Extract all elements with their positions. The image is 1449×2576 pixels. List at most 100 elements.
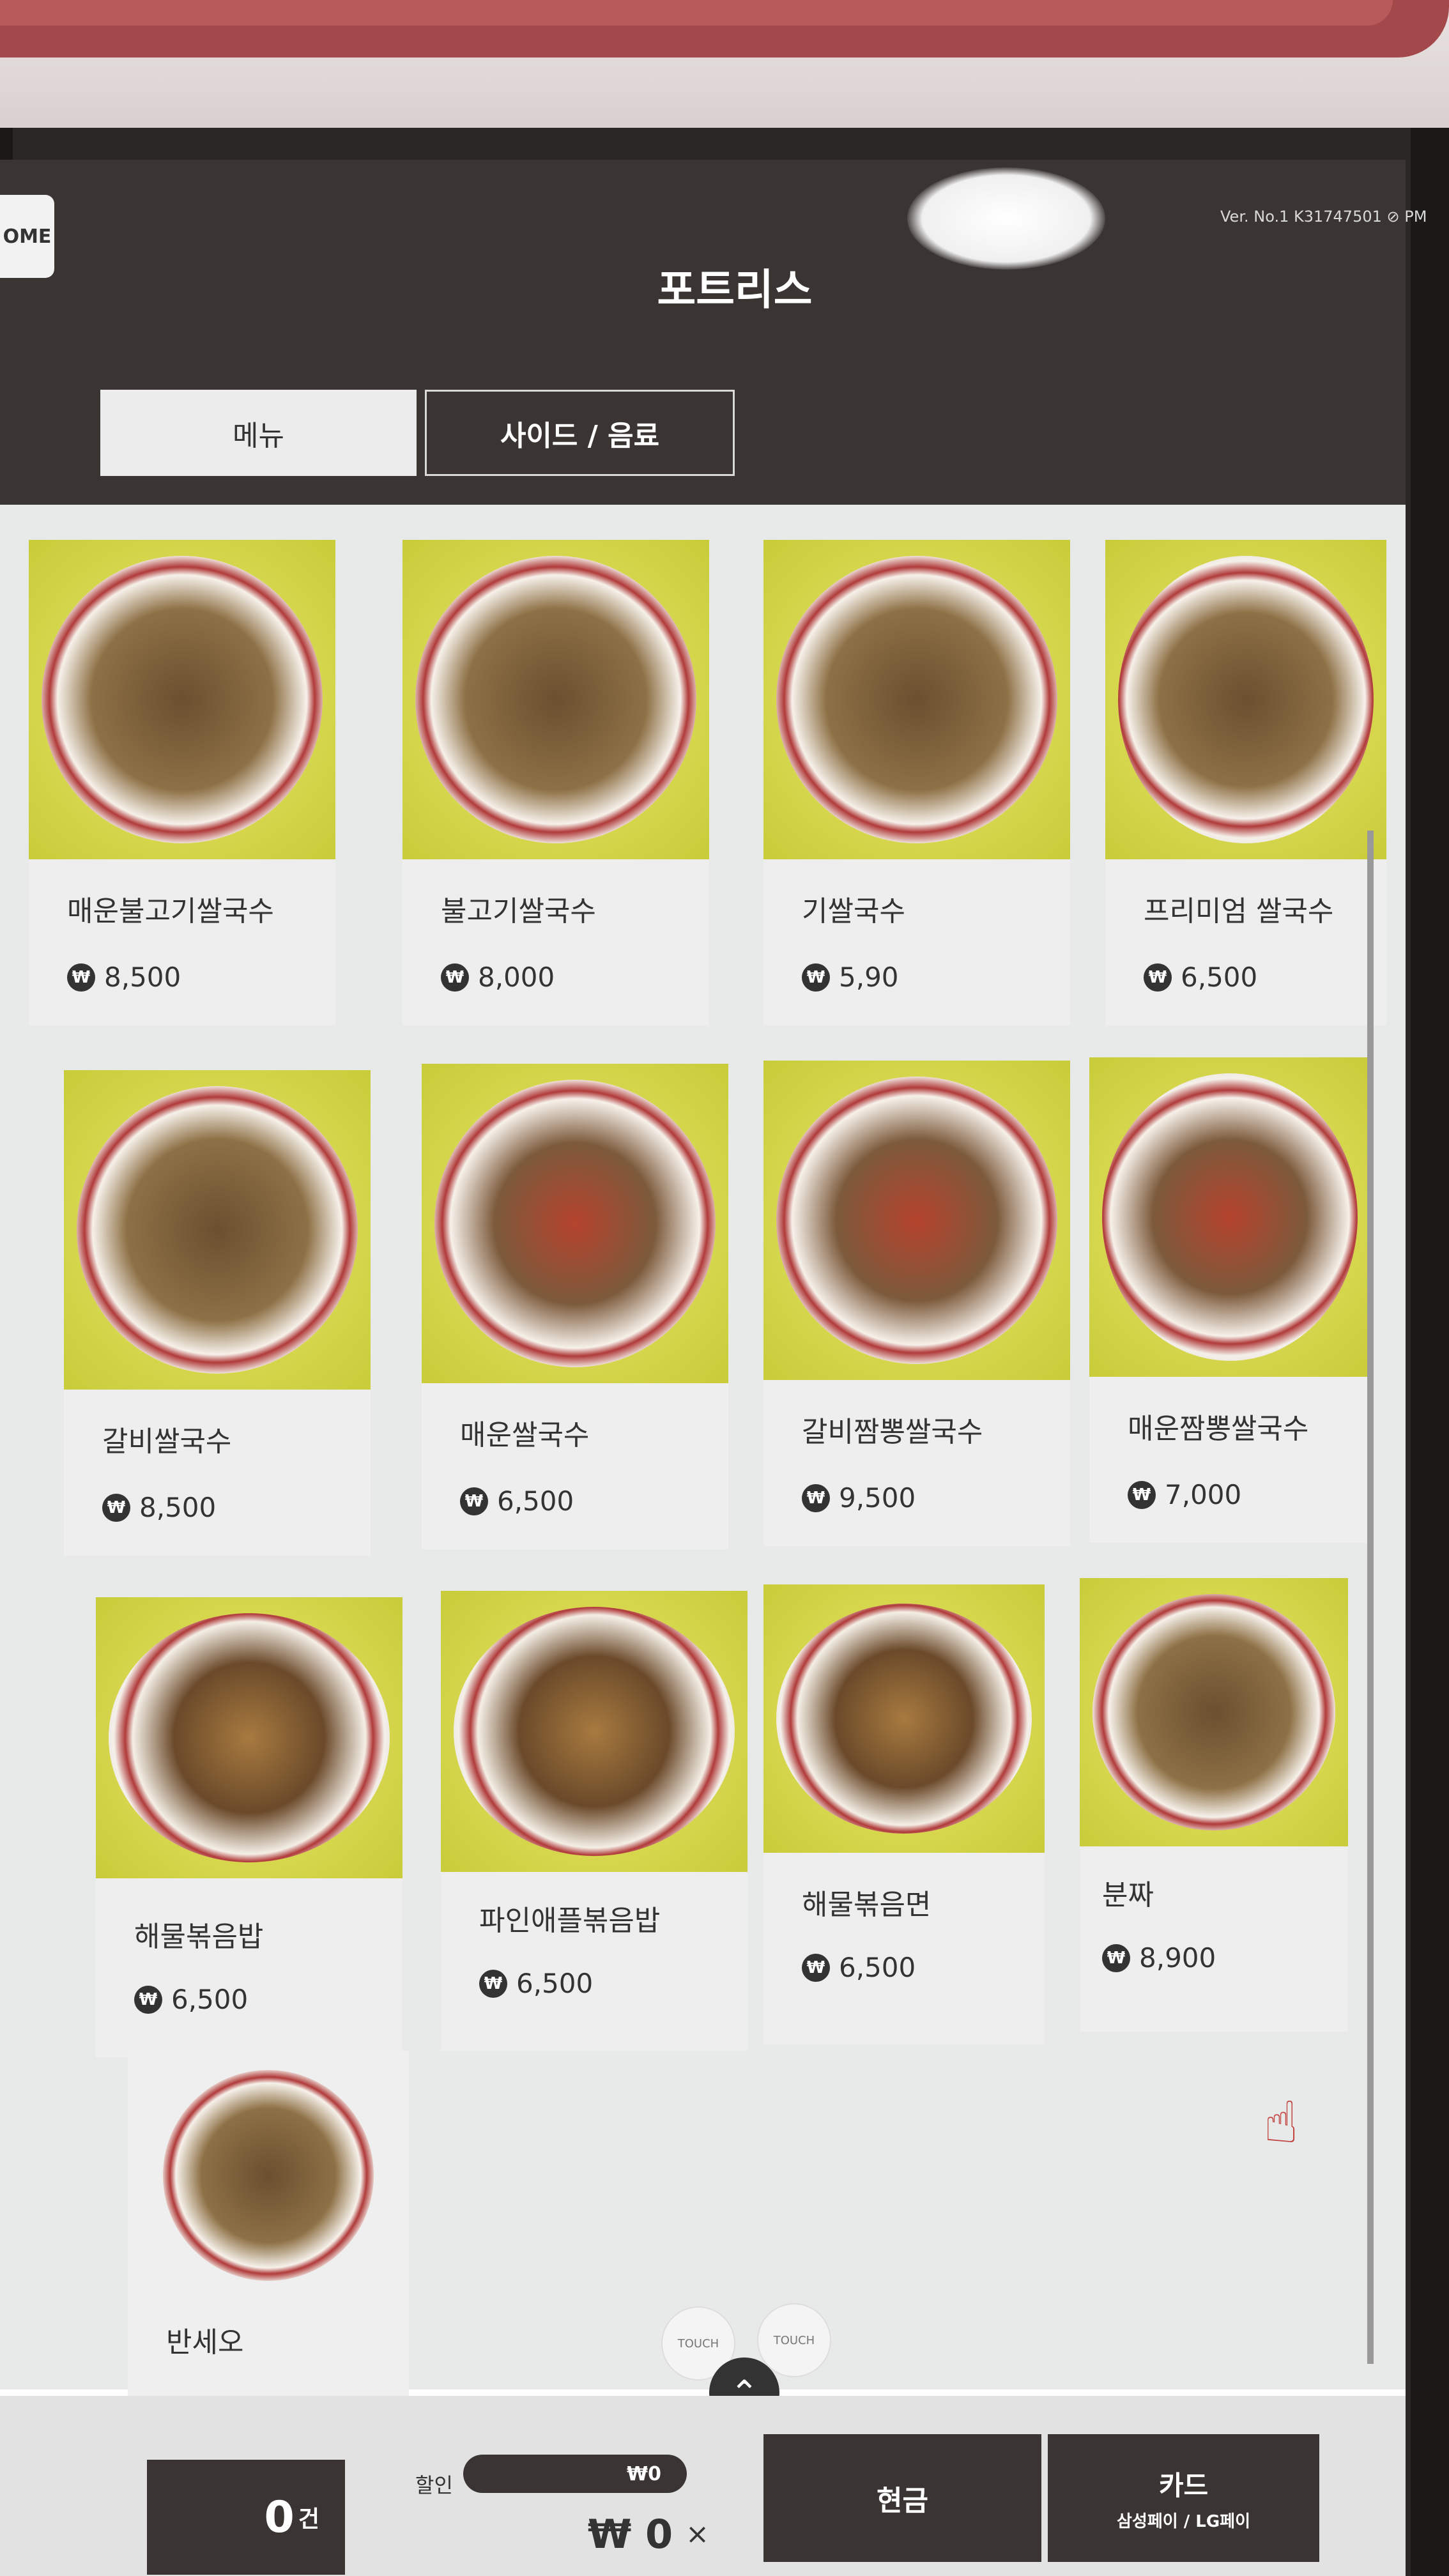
won-icon: ₩ xyxy=(802,1953,830,1982)
won-icon: ₩ xyxy=(134,1985,162,2014)
menu-item-price: ₩9,500 xyxy=(802,1482,916,1514)
menu-item-price: ₩6,500 xyxy=(1144,962,1257,993)
menu-item[interactable]: 기쌀국수 ₩5,90 xyxy=(763,540,1070,1025)
noodle-bowl-icon xyxy=(776,1077,1057,1364)
noodle-bowl-icon xyxy=(77,1086,358,1374)
menu-item-name: 매운짬뽕쌀국수 xyxy=(1128,1413,1309,1445)
food-photo xyxy=(763,1061,1070,1380)
menu-item[interactable]: 갈비짬뽕쌀국수 ₩9,500 xyxy=(763,1061,1070,1546)
count-unit: 건 xyxy=(298,2506,319,2533)
menu-item[interactable]: 매운짬뽕쌀국수 ₩7,000 xyxy=(1089,1057,1370,1543)
screen-bezel-right xyxy=(1411,128,1449,2576)
food-photo xyxy=(29,540,335,859)
noodle-bowl-icon xyxy=(434,1080,716,1367)
platter-icon xyxy=(1092,1594,1335,1830)
pay-cash-button[interactable]: 현금 xyxy=(763,2434,1041,2562)
noodle-bowl-icon xyxy=(1118,556,1374,843)
discount-value: ₩0 xyxy=(463,2455,687,2493)
won-icon: ₩ xyxy=(1102,1943,1130,1972)
won-icon: ₩ xyxy=(441,963,469,992)
menu-item-price: ₩8,000 xyxy=(441,962,555,993)
light-reflection xyxy=(907,167,1105,270)
won-icon: ₩ xyxy=(102,1493,130,1522)
menu-grid: 매운불고기쌀국수 ₩8,500 불고기쌀국수 ₩8,000 기쌀국수 ₩5,90… xyxy=(0,505,1406,2396)
menu-item[interactable]: 파인애플볶음밥 ₩6,500 xyxy=(441,1591,747,2051)
menu-item[interactable]: 해물볶음밥 ₩6,500 xyxy=(96,1597,402,2057)
food-photo xyxy=(763,1584,1045,1853)
won-icon: ₩ xyxy=(802,1483,830,1512)
menu-item-name: 갈비짬뽕쌀국수 xyxy=(802,1416,983,1448)
cash-label: 현금 xyxy=(877,2485,928,2517)
store-title: 포트리스 xyxy=(657,265,813,314)
menu-item-price: ₩8,500 xyxy=(67,962,181,993)
menu-item-name: 해물볶음밥 xyxy=(134,1920,264,1953)
clear-order-button[interactable]: × xyxy=(686,2518,709,2550)
menu-item-price: ₩8,500 xyxy=(102,1492,216,1523)
noodle-bowl-icon xyxy=(415,556,696,843)
price-value: 8,900 xyxy=(1139,1942,1216,1974)
tab-side-drinks[interactable]: 사이드 / 음료 xyxy=(425,390,735,476)
food-photo xyxy=(1080,1578,1348,1846)
menu-item[interactable]: 매운불고기쌀국수 ₩8,500 xyxy=(29,540,335,1025)
card-label: 카드 xyxy=(1158,2470,1209,2501)
menu-item-price: ₩6,500 xyxy=(479,1968,593,1999)
price-value: 6,500 xyxy=(171,1984,249,2015)
menu-item-price: ₩7,000 xyxy=(1128,1479,1241,1510)
noodle-plate-icon xyxy=(776,1604,1032,1834)
price-value: 6,500 xyxy=(497,1485,574,1517)
total-value: ₩ 0 xyxy=(588,2511,673,2557)
item-count: 0 건 xyxy=(147,2460,345,2575)
noodle-bowl-icon xyxy=(776,556,1057,843)
menu-item[interactable]: 반세오 xyxy=(128,2051,409,2396)
price-value: 6,500 xyxy=(839,1952,916,1983)
swipe-hand-icon: ☝ xyxy=(1263,2089,1299,2156)
noodle-bowl-icon xyxy=(42,556,323,843)
menu-item-price: ₩6,500 xyxy=(460,1485,574,1517)
order-footer: 0 건 할인 ₩0 ₩ 0 × 현금 카드 삼성페이 / LG페이 xyxy=(0,2396,1406,2576)
kiosk-housing-top xyxy=(0,0,1449,128)
menu-item-name: 갈비쌀국수 xyxy=(102,1425,232,1458)
pay-card-button[interactable]: 카드 삼성페이 / LG페이 xyxy=(1048,2434,1319,2562)
count-value: 0 xyxy=(264,2492,295,2543)
total-amount: ₩ 0 × xyxy=(588,2511,709,2557)
menu-item[interactable]: 매운쌀국수 ₩6,500 xyxy=(422,1064,728,1549)
won-icon: ₩ xyxy=(67,963,95,992)
won-icon: ₩ xyxy=(1144,963,1172,992)
rice-plate-icon xyxy=(109,1613,390,1862)
price-value: 7,000 xyxy=(1165,1479,1242,1510)
noodle-bowl-icon xyxy=(1102,1073,1358,1361)
menu-item-name: 매운쌀국수 xyxy=(460,1419,590,1452)
menu-item[interactable]: 불고기쌀국수 ₩8,000 xyxy=(402,540,709,1025)
platter-icon xyxy=(163,2070,374,2281)
tab-menu[interactable]: 메뉴 xyxy=(100,390,417,476)
menu-item[interactable]: 프리미엄 쌀국수 ₩6,500 xyxy=(1105,540,1386,1025)
kiosk-screen: OME Ver. No.1 K31747501 ⊘ PM 포트리스 메뉴 사이드… xyxy=(0,160,1427,2576)
menu-item-name: 프리미엄 쌀국수 xyxy=(1144,895,1334,928)
price-value: 8,500 xyxy=(104,962,181,993)
menu-item[interactable]: 해물볶음면 ₩6,500 xyxy=(763,1584,1045,2044)
menu-item-name: 해물볶음면 xyxy=(802,1889,931,1921)
card-sub-label: 삼성페이 / LG페이 xyxy=(1116,2512,1251,2531)
food-photo xyxy=(763,540,1070,859)
scrollbar[interactable] xyxy=(1367,831,1374,2364)
menu-item-name: 매운불고기쌀국수 xyxy=(67,895,274,928)
menu-item-price: ₩6,500 xyxy=(802,1952,916,1983)
price-value: 5,90 xyxy=(839,962,899,993)
price-value: 8,000 xyxy=(478,962,555,993)
version-info: Ver. No.1 K31747501 ⊘ PM xyxy=(1220,208,1427,226)
discount-label: 할인 xyxy=(415,2473,453,2497)
menu-item[interactable]: 분짜 ₩8,900 xyxy=(1080,1578,1348,2032)
food-photo xyxy=(1089,1057,1370,1377)
won-icon: ₩ xyxy=(802,963,830,992)
touch-icon: TOUCH xyxy=(757,2303,831,2377)
food-photo xyxy=(441,1591,747,1872)
menu-item-price: ₩8,900 xyxy=(1102,1942,1216,1974)
won-icon: ₩ xyxy=(1128,1480,1156,1509)
menu-item[interactable]: 갈비쌀국수 ₩8,500 xyxy=(64,1070,371,1556)
menu-item-name: 파인애플볶음밥 xyxy=(479,1905,661,1937)
menu-item-price: ₩6,500 xyxy=(134,1984,248,2015)
food-photo xyxy=(96,1597,402,1878)
header: OME Ver. No.1 K31747501 ⊘ PM 포트리스 메뉴 사이드… xyxy=(0,160,1427,505)
food-photo xyxy=(422,1064,728,1383)
kiosk-red-inner xyxy=(0,0,1393,26)
